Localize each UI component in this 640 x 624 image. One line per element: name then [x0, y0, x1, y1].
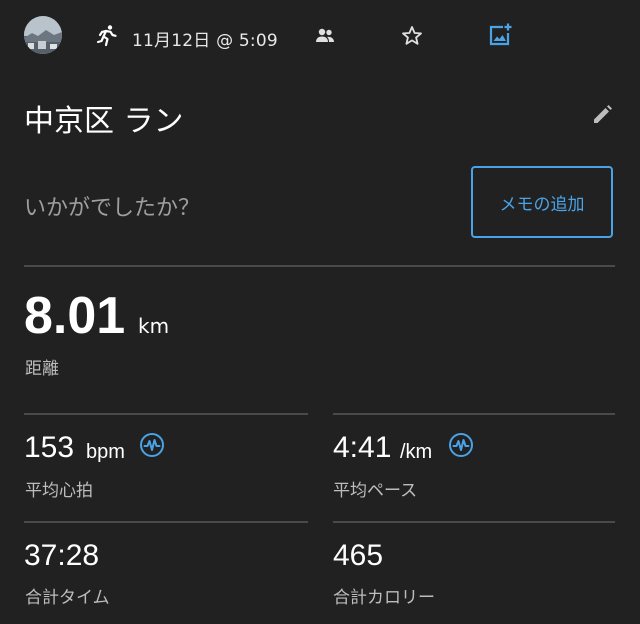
memo-prompt[interactable]: いかがでしたか？ — [24, 190, 200, 222]
stat-divider — [333, 413, 615, 415]
add-memo-button[interactable]: メモの追加 — [471, 166, 613, 238]
total-time-label: 合計タイム — [25, 588, 110, 608]
total-calories-value: 465 — [333, 539, 384, 572]
heart-rate-value: 153 — [24, 431, 75, 464]
distance-value: 8.01 — [24, 287, 126, 345]
star-icon[interactable] — [400, 24, 424, 48]
heart-rate-label: 平均心拍 — [25, 481, 93, 501]
distance-label: 距離 — [25, 359, 59, 379]
pace-value: 4:41 — [333, 431, 392, 464]
people-icon[interactable] — [314, 26, 336, 46]
avatar[interactable] — [24, 16, 62, 54]
total-calories-label: 合計カロリー — [333, 588, 435, 608]
stat-divider — [333, 521, 615, 523]
running-icon — [95, 24, 119, 48]
stat-divider — [24, 413, 308, 415]
edit-icon[interactable] — [591, 104, 613, 126]
heart-rate-unit: bpm — [86, 441, 125, 463]
activity-header: 11月12日 @ 5:09 — [0, 0, 640, 72]
pace-unit: /km — [400, 441, 433, 463]
section-divider — [24, 265, 615, 267]
activity-title: 中京区 ラン — [24, 104, 184, 139]
add-photo-icon[interactable] — [487, 22, 513, 48]
avatar-image — [24, 16, 62, 54]
activity-datetime: 11月12日 @ 5:09 — [132, 31, 278, 51]
heart-rate-chart-icon[interactable] — [139, 432, 165, 458]
stat-divider — [24, 521, 308, 523]
total-time-value: 37:28 — [24, 539, 100, 572]
pace-label: 平均ペース — [333, 481, 418, 501]
distance-unit: km — [138, 314, 170, 338]
pace-chart-icon[interactable] — [448, 432, 474, 458]
